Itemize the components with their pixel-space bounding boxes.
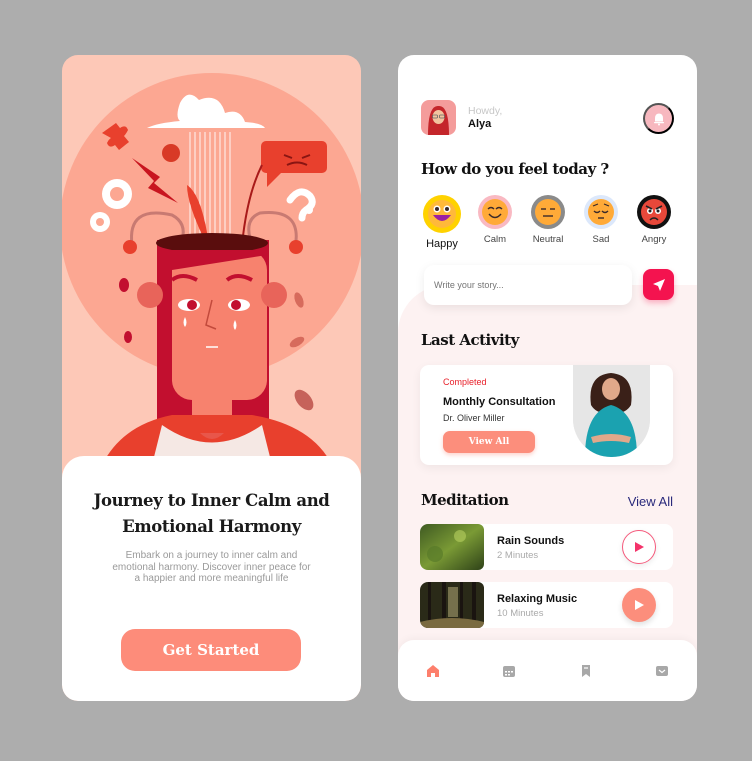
mood-label: Sad	[592, 234, 610, 245]
onboarding-card: Journey to Inner Calm and Emotional Harm…	[62, 456, 361, 701]
onboarding-title: Journey to Inner Calm and Emotional Harm…	[93, 491, 330, 536]
mood-label: Happy	[426, 238, 458, 250]
last-activity-title: Last Activity	[421, 331, 519, 349]
home-screen: Howdy, Alya How do you feel today ? Happ…	[398, 55, 697, 701]
angry-speech-bubble	[261, 141, 327, 173]
onboarding-screen: Journey to Inner Calm and Emotional Harm…	[62, 55, 361, 701]
bookmark-icon	[582, 665, 590, 677]
meditation-title: Meditation	[421, 491, 509, 509]
rain-sounds-thumbnail	[420, 524, 484, 570]
expressionless-face-icon	[531, 195, 565, 229]
angry-face-icon	[637, 195, 671, 229]
mood-neutral[interactable]: Neutral	[526, 195, 570, 250]
activity-card: Completed Monthly Consultation Dr. Olive…	[420, 365, 673, 465]
nav-home[interactable]	[424, 662, 442, 680]
get-started-button[interactable]: Get Started	[121, 629, 301, 671]
story-input[interactable]	[424, 265, 632, 305]
play-icon	[635, 542, 644, 552]
send-icon	[652, 278, 665, 291]
bottom-nav	[398, 640, 697, 701]
activity-name: Monthly Consultation	[443, 396, 556, 408]
mood-sad[interactable]: Sad	[579, 195, 623, 250]
meditation-item[interactable]: Relaxing Music 10 Minutes	[420, 582, 673, 628]
send-button[interactable]	[643, 269, 674, 300]
mood-happy[interactable]: Happy	[420, 195, 464, 250]
bell-icon	[653, 113, 664, 125]
angry-emoji-icon	[162, 144, 180, 162]
meditation-title-text: Rain Sounds	[497, 535, 565, 547]
pensive-face-icon	[584, 195, 618, 229]
meditation-title-text: Relaxing Music	[497, 593, 578, 605]
play-button[interactable]	[622, 588, 656, 622]
meditation-duration: 10 Minutes	[497, 608, 544, 619]
mood-selector: Happy Calm Neutral Sad Angry	[420, 195, 676, 250]
doctor-name: Dr. Oliver Miller	[443, 413, 505, 423]
play-icon	[635, 600, 644, 610]
nav-bookmark[interactable]	[577, 662, 595, 680]
nav-mail[interactable]	[653, 662, 671, 680]
username: Alya	[468, 117, 492, 130]
mail-icon	[656, 666, 668, 676]
mood-label: Neutral	[532, 234, 564, 245]
mood-label: Angry	[641, 234, 667, 245]
meditation-view-all-link[interactable]: View All	[628, 494, 673, 509]
status-badge: Completed	[443, 377, 487, 387]
hero-illustration	[62, 55, 361, 465]
onboarding-description: Embark on a journey to inner calm and em…	[112, 550, 311, 585]
mood-label: Calm	[483, 234, 507, 245]
greeting-text: Howdy,	[468, 104, 503, 117]
doctor-photo	[573, 365, 650, 457]
calendar-icon	[503, 666, 515, 677]
meditation-duration: 2 Minutes	[497, 550, 539, 561]
relaxing-music-thumbnail	[420, 582, 484, 628]
smiling-face-icon	[478, 195, 512, 229]
play-button[interactable]	[622, 530, 656, 564]
feel-title: How do you feel today ?	[421, 160, 609, 178]
home-icon	[427, 665, 439, 677]
notification-button[interactable]	[643, 103, 674, 134]
grinning-face-icon	[423, 195, 461, 233]
view-all-activity-button[interactable]: View All	[443, 431, 535, 453]
mood-angry[interactable]: Angry	[632, 195, 676, 250]
nav-calendar[interactable]	[500, 662, 518, 680]
user-header: Howdy, Alya	[421, 100, 502, 135]
meditation-item[interactable]: Rain Sounds 2 Minutes	[420, 524, 673, 570]
avatar[interactable]	[421, 100, 456, 135]
mood-calm[interactable]: Calm	[473, 195, 517, 250]
